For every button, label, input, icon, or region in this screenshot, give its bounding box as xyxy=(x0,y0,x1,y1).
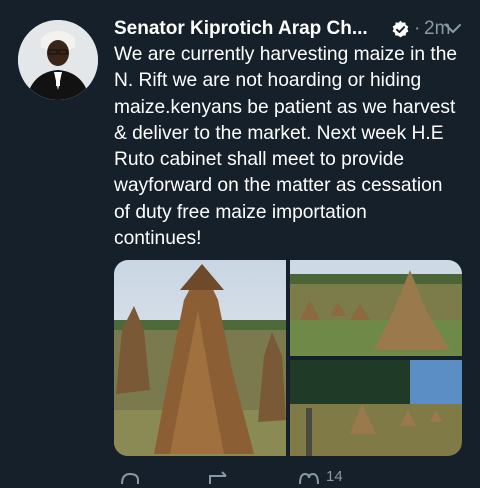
media-photo-3[interactable] xyxy=(290,360,462,456)
retweet-icon[interactable] xyxy=(206,470,234,488)
chevron-down-icon[interactable] xyxy=(443,21,463,37)
tweet-text: We are currently harvesting maize in the… xyxy=(114,44,458,250)
media-grid xyxy=(114,260,462,456)
reply-icon[interactable] xyxy=(118,470,142,488)
media-photo-1[interactable] xyxy=(114,260,286,456)
tweet-header: Senator Kiprotich Arap Ch... · 2m xyxy=(114,16,464,44)
author-name[interactable]: Senator Kiprotich Arap Ch... xyxy=(114,16,368,42)
tweet[interactable]: Senator Kiprotich Arap Ch... · 2m We are… xyxy=(0,0,480,485)
media-photo-2[interactable] xyxy=(290,260,462,356)
separator-dot: · xyxy=(414,18,421,39)
verified-icon xyxy=(391,20,410,39)
tweet-actions: 14 xyxy=(114,468,464,485)
like-count: 14 xyxy=(326,468,343,485)
avatar[interactable] xyxy=(18,20,98,100)
like-icon[interactable] xyxy=(298,470,320,488)
